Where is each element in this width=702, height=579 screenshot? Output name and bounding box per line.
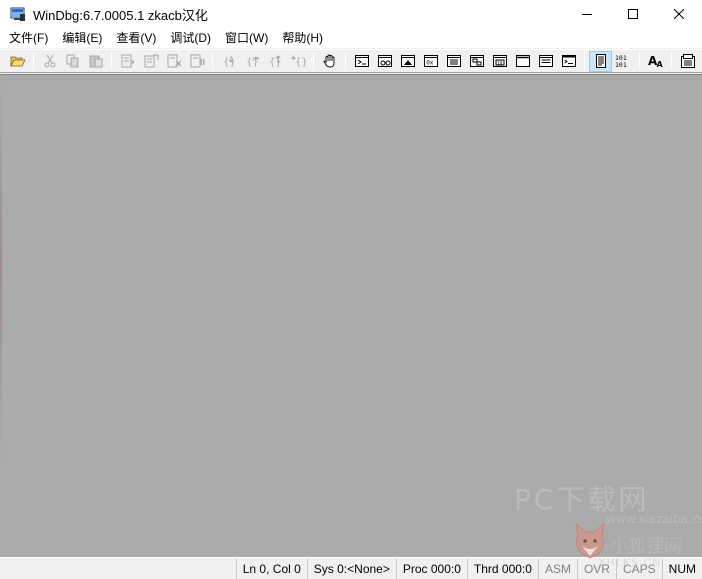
close-icon [674,9,684,19]
minimize-button[interactable] [564,0,610,28]
toolbar-separator [671,52,672,70]
toolbar-separator [33,52,34,70]
menu-view[interactable]: 查看(V) [109,28,163,48]
memory-window-icon [446,55,461,67]
svg-text:{}: {} [295,57,306,68]
watch-window-icon [377,55,392,67]
run-to-cursor-icon: {} [290,55,306,68]
window-title: WinDbg:6.7.0005.1 zkacb汉化 [33,7,208,23]
hex-mode-icon: 101 101 [615,54,627,69]
status-caps: CAPS [615,558,662,579]
cut-icon [44,54,55,68]
open-folder-icon [9,56,26,67]
menu-bar: 文件(F) 编辑(E) 查看(V) 调试(D) 窗口(W) 帮助(H) [0,28,702,48]
call-stack-button[interactable] [465,51,488,72]
step-out-icon: {} [269,55,282,68]
disassembly-window-icon: 10 [492,55,507,67]
title-bar[interactable]: WinDbg:6.7.0005.1 zkacb汉化 [0,0,702,28]
menu-debug[interactable]: 调试(D) [163,28,218,48]
status-bar: Ln 0, Col 0 Sys 0:<None> Proc 000:0 Thrd… [0,557,702,579]
window-edge [0,74,2,557]
scratch-pad-icon [515,55,530,67]
svg-text:101: 101 [615,61,627,69]
svg-text:{}: {} [269,57,282,68]
run-to-cursor-button[interactable]: {} [286,51,309,72]
locals-window-button[interactable] [396,51,419,72]
svg-text:A: A [656,60,663,69]
restart-icon [144,54,158,68]
hand-icon [322,54,334,68]
paste-button[interactable] [84,51,107,72]
hex-mode-button[interactable]: 101 101 [612,51,635,72]
windbg-window: WinDbg:6.7.0005.1 zkacb汉化 文件(F) 编辑(E) 查看… [0,0,702,579]
close-button[interactable] [656,0,702,28]
command-browser-button[interactable] [557,51,580,72]
stop-debugging-button[interactable] [162,51,185,72]
break-icon [190,54,204,68]
command-window-button[interactable] [350,51,373,72]
windbg-app-icon[interactable] [10,6,26,22]
command-window-icon [354,55,369,67]
source-mode-icon [595,54,606,68]
toolbar-separator [584,52,585,70]
registers-window-icon: 0x [423,55,438,67]
memory-window-button[interactable] [442,51,465,72]
status-sys: Sys 0:<None> [306,558,396,579]
disassembly-window-button[interactable]: 10 [488,51,511,72]
registers-window-button[interactable]: 0x [419,51,442,72]
minimize-icon [582,14,592,15]
locals-window-icon [400,55,415,67]
svg-text:10: 10 [497,60,503,66]
maximize-button[interactable] [610,0,656,28]
toolbar-separator [212,52,213,70]
step-over-icon: {} [246,56,258,68]
workspace-area[interactable] [0,74,702,557]
menu-edit[interactable]: 编辑(E) [55,28,109,48]
stop-debugging-icon [167,54,182,68]
scratch-pad-button[interactable] [511,51,534,72]
status-ln-col: Ln 0, Col 0 [235,558,307,579]
watch-window-button[interactable] [373,51,396,72]
menu-help[interactable]: 帮助(H) [275,28,330,48]
status-asm: ASM [537,558,577,579]
toolbar-separator [111,52,112,70]
toolbar: {} {} {} {} [0,49,702,73]
svg-text:0x: 0x [426,60,434,67]
step-into-button[interactable]: {} [217,51,240,72]
call-stack-icon [469,55,484,67]
step-into-icon: {} [223,56,236,68]
copy-icon [66,54,78,68]
paste-icon [89,55,102,68]
menu-file[interactable]: 文件(F) [2,28,55,48]
restart-button[interactable] [139,51,162,72]
processes-threads-icon [538,55,553,67]
step-over-button[interactable]: {} [240,51,263,72]
status-num: NUM [661,558,702,579]
menu-window[interactable]: 窗口(W) [218,28,275,48]
step-out-button[interactable]: {} [263,51,286,72]
open-button[interactable] [6,51,29,72]
maximize-icon [628,9,638,19]
hand-button[interactable] [318,51,341,72]
status-ovr: OVR [576,558,616,579]
status-proc: Proc 000:0 [395,558,467,579]
options-button[interactable] [676,51,699,72]
break-button[interactable] [185,51,208,72]
processes-threads-button[interactable] [534,51,557,72]
status-thrd: Thrd 000:0 [466,558,538,579]
caption-buttons [564,0,702,28]
source-mode-button[interactable] [589,50,612,72]
toolbar-separator [345,52,346,70]
font-button[interactable]: A A [644,51,667,72]
cut-button[interactable] [38,51,61,72]
toolbar-separator [313,52,314,70]
toolbar-separator [639,52,640,70]
svg-text:{}: {} [223,57,236,68]
font-icon: A A [648,54,664,69]
copy-button[interactable] [61,51,84,72]
go-icon [121,54,135,68]
go-button[interactable] [116,51,139,72]
options-icon [680,54,695,68]
command-browser-icon [561,55,576,67]
